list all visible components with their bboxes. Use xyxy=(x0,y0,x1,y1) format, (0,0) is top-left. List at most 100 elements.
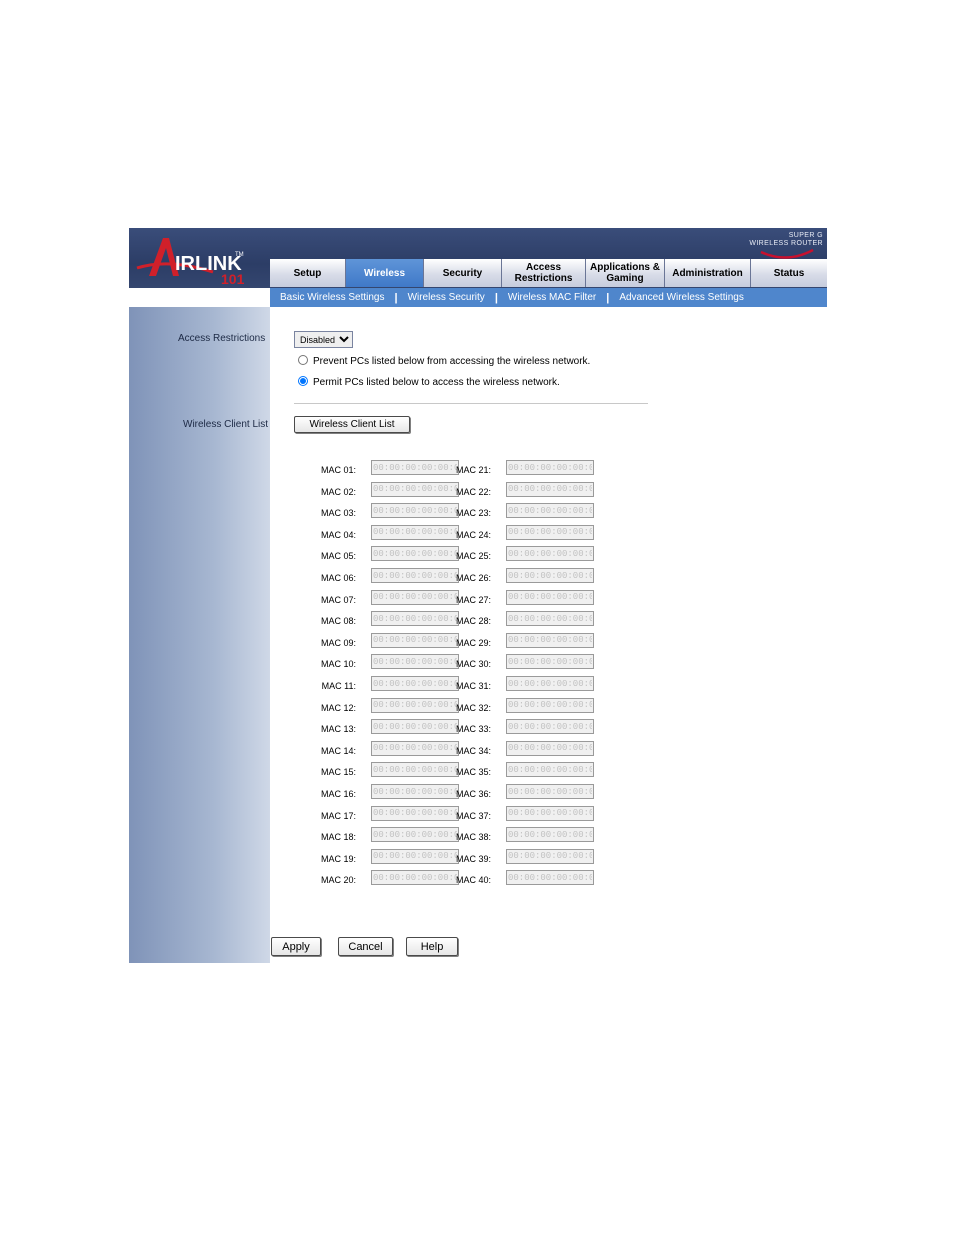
mac-address-input[interactable] xyxy=(506,481,594,497)
mac-label: MAC 20: xyxy=(320,875,356,886)
mac-address-input[interactable] xyxy=(506,784,594,799)
mac-row: MAC 01: MAC 21: xyxy=(294,460,604,480)
mac-label: MAC 37: xyxy=(455,810,491,821)
mac-label: MAC 03: xyxy=(320,508,356,519)
mac-label: MAC 15: xyxy=(320,767,356,778)
access-restrictions-select[interactable]: Disabled xyxy=(294,331,353,348)
mac-address-input[interactable] xyxy=(506,827,594,843)
tab-wireless[interactable]: Wireless xyxy=(346,259,424,287)
brand-line-2: WIRELESS ROUTER xyxy=(749,240,823,247)
super-g-brand: SUPER G WIRELESS ROUTER xyxy=(749,232,823,259)
mac-label: MAC 31: xyxy=(455,681,491,691)
prevent-radio-label: Prevent PCs listed below from accessing … xyxy=(313,356,591,367)
mac-address-input[interactable] xyxy=(506,719,594,735)
mac-label: MAC 38: xyxy=(455,832,491,843)
brand-line-1: SUPER G xyxy=(788,232,823,239)
subnav-wireless-security[interactable]: Wireless Security xyxy=(408,292,485,303)
mac-label: MAC 35: xyxy=(455,767,491,778)
tab-status[interactable]: Status xyxy=(751,259,827,287)
subnav-separator: | xyxy=(394,291,398,304)
mac-address-input[interactable] xyxy=(506,632,594,648)
mac-label: MAC 26: xyxy=(455,573,491,583)
tab-setup[interactable]: Setup xyxy=(270,259,346,287)
mac-label: MAC 07: xyxy=(320,594,356,605)
mac-row: MAC 06: MAC 26: xyxy=(294,568,604,588)
mac-row: MAC 10: MAC 30: xyxy=(294,654,604,674)
mac-row: MAC 15: MAC 35: xyxy=(294,762,604,782)
mac-row: MAC 05: MAC 25: xyxy=(294,546,604,566)
mac-row: MAC 12: MAC 32: xyxy=(294,697,604,718)
tab-security[interactable]: Security xyxy=(424,259,502,287)
mac-label: MAC 30: xyxy=(455,659,491,670)
mac-label: MAC 29: xyxy=(455,637,491,648)
help-button[interactable]: Help xyxy=(406,937,458,956)
mac-label: MAC 08: xyxy=(320,616,356,627)
mac-label: MAC 10: xyxy=(320,659,356,670)
airlink-logo: IRLINK TM 101 networkingsolutions xyxy=(129,228,270,307)
tab-access-restrictions[interactable]: Access Restrictions xyxy=(502,259,586,287)
mac-label: MAC 19: xyxy=(320,853,356,864)
mac-label: MAC 16: xyxy=(320,789,356,799)
mac-label: MAC 18: xyxy=(320,832,356,843)
svg-text:TM: TM xyxy=(235,252,244,258)
mac-address-input[interactable] xyxy=(506,805,594,821)
mac-address-input[interactable] xyxy=(506,546,594,562)
mac-address-input[interactable] xyxy=(506,762,594,778)
mac-address-input[interactable] xyxy=(506,676,594,691)
subnav-advanced-wireless-settings[interactable]: Advanced Wireless Settings xyxy=(619,292,744,303)
mac-address-input[interactable] xyxy=(506,740,594,756)
mac-label: MAC 11: xyxy=(321,681,356,691)
tab-administration[interactable]: Administration xyxy=(665,259,751,287)
mac-address-input[interactable] xyxy=(506,697,594,713)
left-sidebar xyxy=(129,307,270,963)
mac-address-input[interactable] xyxy=(506,568,594,583)
subnav-separator: | xyxy=(494,291,498,304)
mac-label: MAC 27: xyxy=(455,594,491,605)
subnav-wireless-mac-filter[interactable]: Wireless MAC Filter xyxy=(508,292,596,303)
mac-label: MAC 32: xyxy=(455,702,491,713)
mac-label: MAC 02: xyxy=(320,486,356,497)
mac-row: MAC 17: MAC 37: xyxy=(294,805,604,826)
mac-label: MAC 21: xyxy=(455,465,491,475)
mac-label: MAC 22: xyxy=(455,486,491,497)
mac-address-input[interactable] xyxy=(506,611,594,627)
mac-label: MAC 05: xyxy=(320,551,356,562)
mac-row: MAC 07: MAC 27: xyxy=(294,589,604,610)
subnav-basic-wireless-settings[interactable]: Basic Wireless Settings xyxy=(280,292,384,303)
cancel-button[interactable]: Cancel xyxy=(338,937,393,956)
mac-label: MAC 14: xyxy=(320,745,356,756)
wireless-subnav: Basic Wireless Settings | Wireless Secur… xyxy=(270,288,827,307)
router-admin-page: SUPER G WIRELESS ROUTER IRLINK TM 101 ne… xyxy=(129,228,827,963)
mac-label: MAC 17: xyxy=(320,810,356,821)
mac-row: MAC 19: MAC 39: xyxy=(294,848,604,869)
permit-radio[interactable] xyxy=(298,376,308,386)
mac-row: MAC 13: MAC 33: xyxy=(294,719,604,739)
wireless-client-list-label: Wireless Client List xyxy=(183,419,269,430)
mac-row: MAC 18: MAC 38: xyxy=(294,827,604,847)
mac-label: MAC 28: xyxy=(455,616,491,627)
mac-row: MAC 08: MAC 28: xyxy=(294,611,604,631)
mac-label: MAC 23: xyxy=(455,508,491,519)
mac-label: MAC 39: xyxy=(455,853,491,864)
mac-address-input[interactable] xyxy=(506,848,594,864)
mac-address-input[interactable] xyxy=(506,524,594,540)
airlink-logo-icon: IRLINK TM 101 xyxy=(136,238,245,287)
tab-applications-gaming[interactable]: Applications & Gaming xyxy=(586,259,665,287)
mac-row: MAC 11: MAC 31: xyxy=(294,676,604,696)
mac-row: MAC 09: MAC 29: xyxy=(294,632,604,653)
mac-address-input[interactable] xyxy=(506,460,594,475)
logo-tagline: networkingsolutions xyxy=(135,290,264,301)
mac-address-input[interactable] xyxy=(506,503,594,519)
permit-radio-label: Permit PCs listed below to access the wi… xyxy=(313,377,560,388)
mac-address-input[interactable] xyxy=(506,870,594,886)
prevent-radio[interactable] xyxy=(298,355,308,365)
subnav-separator: | xyxy=(606,291,610,304)
apply-button[interactable]: Apply xyxy=(271,937,321,956)
mac-address-input[interactable] xyxy=(506,654,594,670)
mac-address-input[interactable] xyxy=(506,589,594,605)
mac-label: MAC 40: xyxy=(455,875,491,886)
mac-label: MAC 06: xyxy=(320,573,356,583)
mac-label: MAC 01: xyxy=(320,465,356,475)
wireless-client-list-button[interactable]: Wireless Client List xyxy=(294,416,410,433)
main-tabs: Setup Wireless Security Access Restricti… xyxy=(270,259,827,287)
